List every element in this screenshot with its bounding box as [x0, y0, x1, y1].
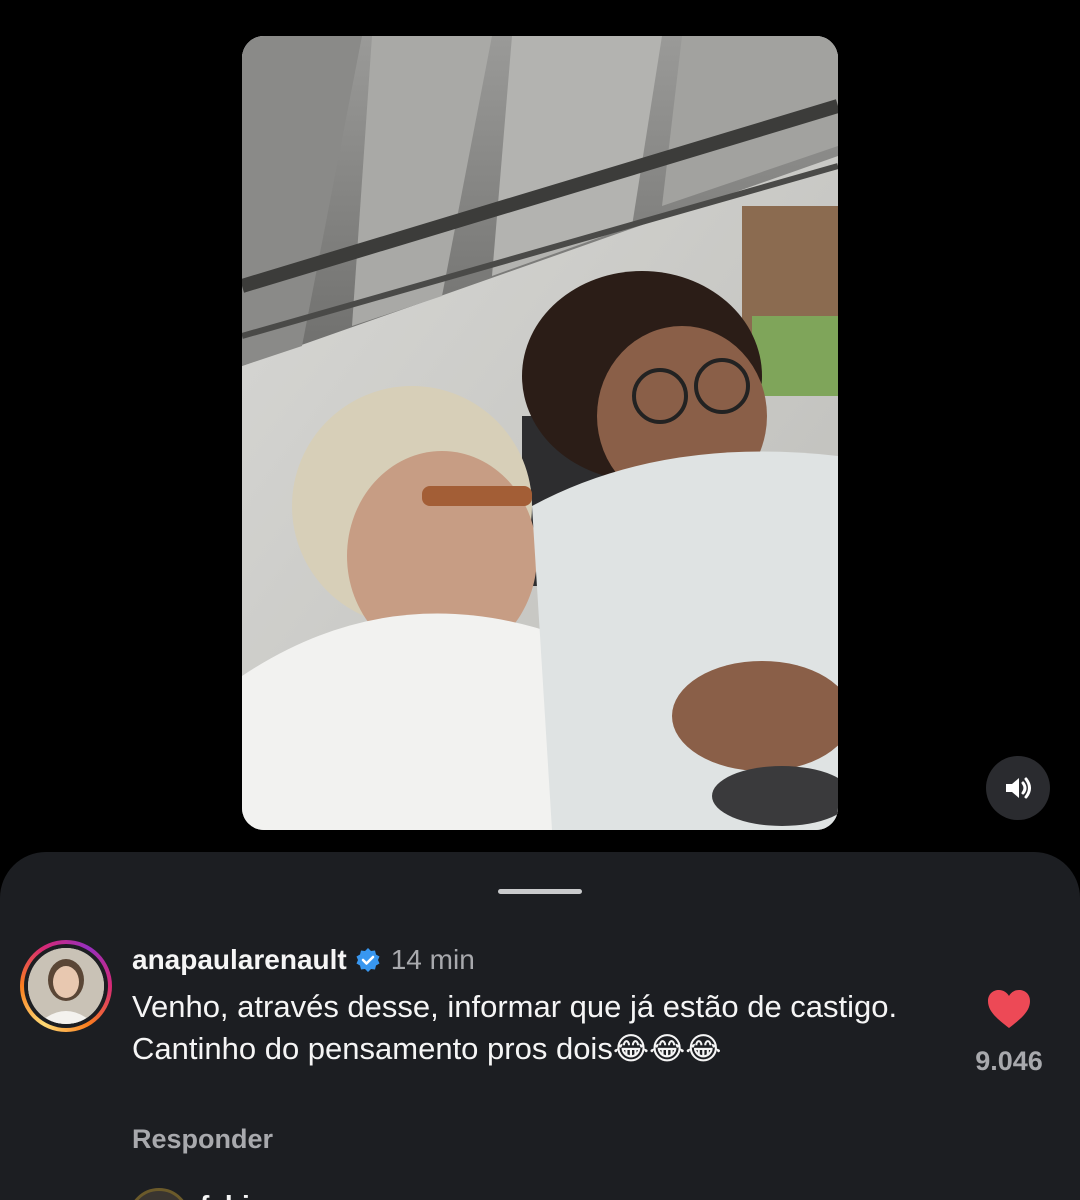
sound-toggle-button[interactable] [986, 756, 1050, 820]
next-comment-avatar[interactable] [128, 1188, 190, 1200]
reel-comments-screen: anapaularenault 14 min Venho, através de… [0, 0, 1080, 1200]
reply-button[interactable]: Responder [132, 1124, 273, 1155]
video-frame-image [242, 36, 838, 830]
comment-text: Venho, através desse, informar que já es… [132, 989, 898, 1066]
heart-icon[interactable] [986, 988, 1032, 1030]
verified-badge-icon [356, 948, 380, 972]
comment-timestamp: 14 min [390, 944, 475, 975]
speaker-icon [1006, 777, 1031, 799]
reel-video[interactable] [242, 36, 838, 830]
avatar-image [28, 948, 104, 1024]
sheet-drag-handle[interactable] [498, 889, 582, 894]
comments-sheet: anapaularenault 14 min Venho, através de… [0, 852, 1080, 1200]
comment-header: anapaularenault 14 min [132, 940, 475, 980]
comment-avatar[interactable] [20, 940, 112, 1032]
comment-username[interactable]: anapaularenault [132, 944, 347, 976]
next-comment-username[interactable]: fabi [200, 1190, 250, 1200]
like-count: 9.046 [975, 1046, 1043, 1076]
